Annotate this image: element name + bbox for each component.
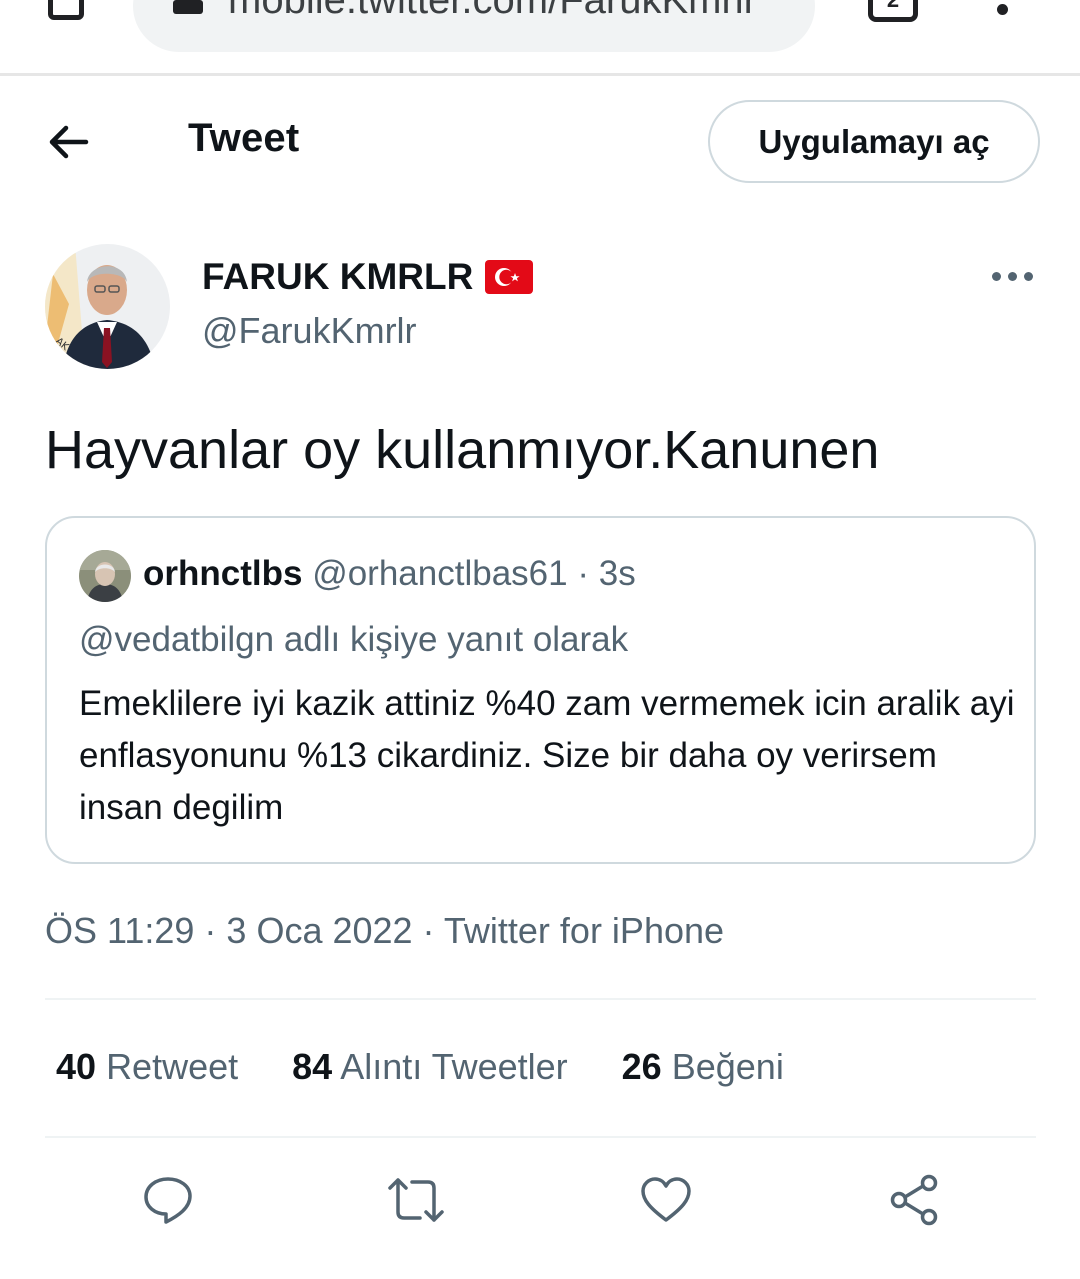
quote-stat[interactable]: 84 Alıntı Tweetler — [292, 1046, 568, 1088]
tweet-stats: 40 Retweet 84 Alıntı Tweetler 26 Beğeni — [56, 1046, 838, 1088]
page: mobile.twitter.com/FarukKmrlr 2 Tweet Uy… — [0, 0, 1080, 1279]
home-tab-icon[interactable] — [48, 0, 84, 20]
quote-body-text: Emeklilere iyi kazik attiniz %40 zam ver… — [79, 684, 1015, 827]
quote-author-handle: @orhanctlbas61 — [312, 554, 568, 593]
like-label: Beğeni — [671, 1046, 784, 1087]
browser-menu-icon[interactable] — [997, 0, 1009, 20]
page-title: Tweet — [188, 116, 300, 160]
tab-switcher-button[interactable]: 2 — [868, 0, 918, 22]
quote-time: · 3s — [577, 554, 636, 593]
retweet-icon — [388, 1178, 444, 1222]
divider — [45, 998, 1036, 1000]
quote-header: orhnctlbs @orhanctlbas61 · 3s — [143, 554, 636, 594]
reply-button[interactable] — [138, 1170, 198, 1230]
quote-count: 84 — [292, 1046, 333, 1087]
author-handle[interactable]: @FarukKmrlr — [202, 310, 417, 352]
retweet-count: 40 — [56, 1046, 97, 1087]
author-name[interactable]: FARUK KMRLR — [202, 256, 534, 298]
quote-tweet-card[interactable]: orhnctlbs @orhanctlbas61 · 3s @vedatbilg… — [45, 516, 1036, 864]
url-text[interactable]: mobile.twitter.com/FarukKmrlr — [228, 0, 757, 20]
back-button[interactable] — [40, 118, 96, 166]
more-options-icon[interactable] — [990, 262, 1036, 292]
retweet-stat[interactable]: 40 Retweet — [56, 1046, 238, 1088]
tweet-text: Hayvanlar oy kullanmıyor.Kanunen — [45, 420, 880, 480]
heart-icon — [641, 1177, 691, 1222]
browser-bar: mobile.twitter.com/FarukKmrlr 2 — [0, 0, 1080, 76]
app-header: Tweet Uygulamayı aç — [0, 80, 1080, 200]
address-bar[interactable]: mobile.twitter.com/FarukKmrlr — [133, 0, 815, 52]
quote-author-name: orhnctlbs — [143, 554, 303, 593]
arrow-left-icon — [49, 125, 89, 159]
tweet-timestamp[interactable]: ÖS 11:29 · 3 Oca 2022 · Twitter for iPho… — [45, 910, 724, 952]
quote-label: Alıntı Tweetler — [340, 1046, 568, 1087]
like-button[interactable] — [636, 1170, 696, 1230]
quote-reply-context: @vedatbilgn adlı kişiye yanıt olarak — [79, 620, 629, 659]
retweet-button[interactable] — [386, 1170, 446, 1230]
share-icon — [890, 1174, 938, 1226]
share-button[interactable] — [884, 1170, 944, 1230]
reply-icon — [144, 1177, 192, 1224]
turkey-flag-icon — [485, 260, 534, 294]
author-avatar[interactable]: AK — [45, 244, 170, 369]
open-app-button[interactable]: Uygulamayı aç — [708, 100, 1040, 183]
author-name-text: FARUK KMRLR — [202, 256, 474, 297]
quote-author-avatar — [79, 550, 131, 602]
like-stat[interactable]: 26 Beğeni — [622, 1046, 784, 1088]
lock-icon — [173, 0, 203, 14]
retweet-label: Retweet — [106, 1046, 239, 1087]
like-count: 26 — [621, 1046, 662, 1087]
divider — [45, 1136, 1036, 1138]
